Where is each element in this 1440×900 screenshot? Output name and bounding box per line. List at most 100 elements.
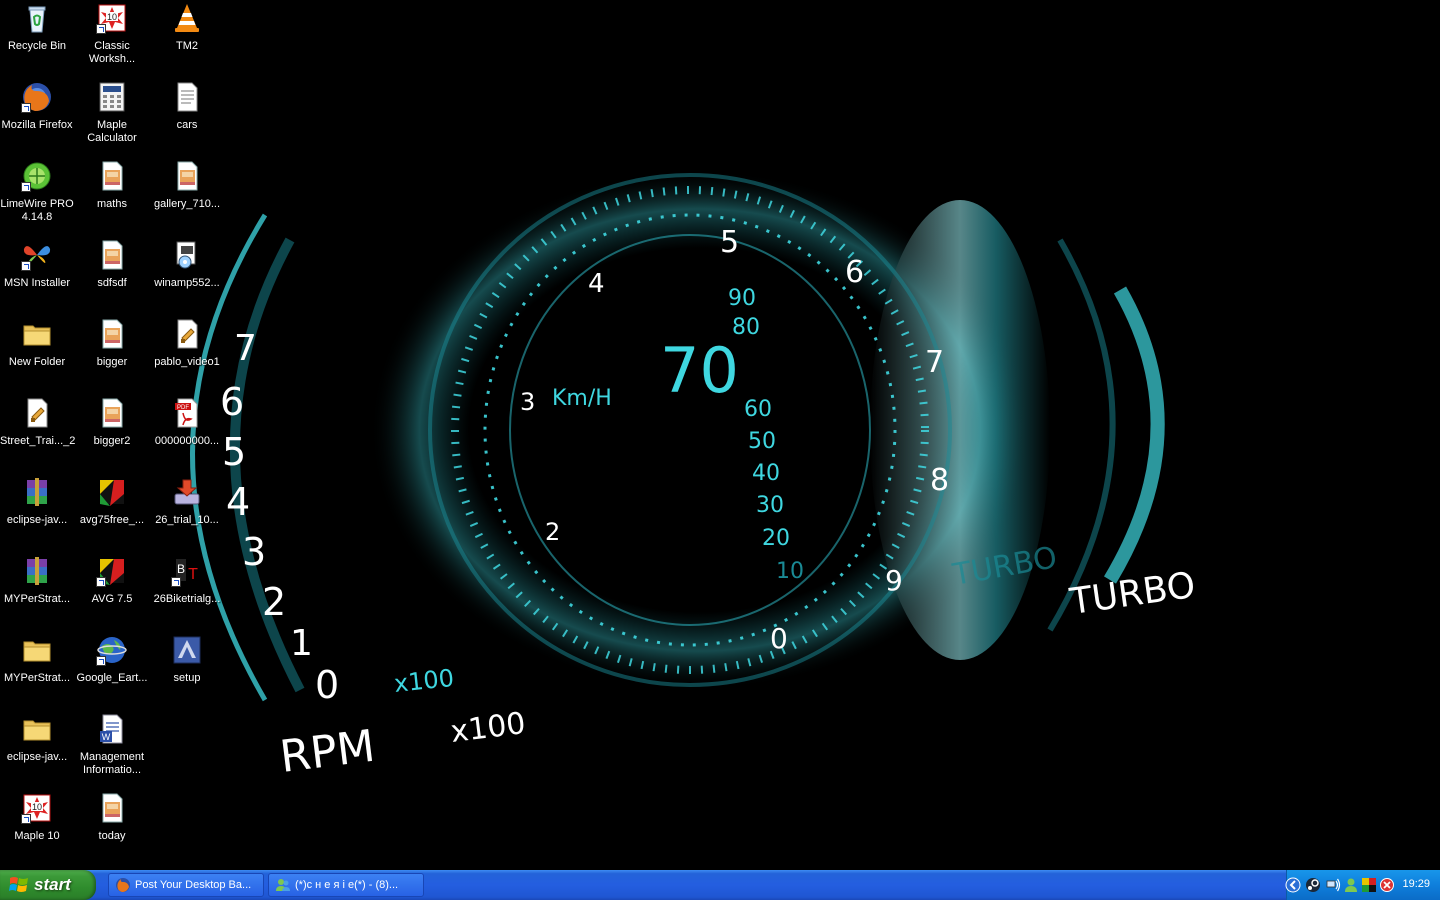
taskbar: start Post Your Desktop Ba... (*)с н е я… xyxy=(0,870,1440,900)
limewire-icon xyxy=(21,160,53,192)
desktop-icon-label: 26_trial_10... xyxy=(155,514,219,526)
desktop-icon[interactable]: Recycle Bin xyxy=(0,0,74,76)
rpm-small-multiplier: x100 xyxy=(393,664,456,698)
desktop-icon[interactable]: MSN Installer xyxy=(0,237,74,313)
msn-buddy-icon[interactable] xyxy=(1343,877,1359,893)
shortcut-arrow-icon xyxy=(96,577,106,587)
dial-number-5: 5 xyxy=(720,225,739,260)
dial-number-8: 8 xyxy=(930,463,949,498)
start-label: start xyxy=(34,875,71,894)
desktop-icon-label: today xyxy=(98,830,126,842)
google-earth-icon xyxy=(96,634,128,666)
svg-text:10: 10 xyxy=(32,802,42,812)
desktop-icon-label: Management Informatio... xyxy=(79,751,145,776)
desktop-icon-label: LimeWire PRO 4.14.8 xyxy=(0,198,74,223)
desktop-icon-label: MYPerStrat... xyxy=(3,593,71,605)
vlc-cone-icon xyxy=(171,2,203,34)
desktop-icon-label: 000000000... xyxy=(154,435,220,447)
svg-text:10: 10 xyxy=(107,12,117,22)
desktop-icon[interactable]: LimeWire PRO 4.14.8 xyxy=(0,158,74,234)
desktop-icon[interactable]: maths xyxy=(75,158,149,234)
svg-text:PDF: PDF xyxy=(177,405,189,411)
desktop-icon[interactable]: MYPerStrat... xyxy=(0,553,74,629)
rpm-label: RPM xyxy=(277,721,378,783)
desktop-icon[interactable]: sdfsdf xyxy=(75,237,149,313)
desktop-icon[interactable]: bigger xyxy=(75,316,149,392)
desktop-icon-label: Street_Trai..._2 xyxy=(0,435,76,447)
speed-scale-6: 20 xyxy=(762,526,790,551)
desktop-icon[interactable]: MYPerStrat... xyxy=(0,632,74,708)
desktop-icon-label: pablo_video1 xyxy=(154,356,220,368)
desktop-icon[interactable]: winamp552... xyxy=(150,237,224,313)
desktop-icon[interactable]: Maple Calculator xyxy=(75,79,149,155)
game-icon: BT xyxy=(171,555,203,587)
avg-tray-icon[interactable] xyxy=(1361,877,1377,893)
task-label: (*)с н е я і е(*) - (8)... xyxy=(295,879,399,891)
avg-icon xyxy=(96,476,128,508)
desktop-icon[interactable]: eclipse-jav... xyxy=(0,711,74,787)
speed-scale-7: 10 xyxy=(776,559,804,584)
download-installer-icon xyxy=(171,476,203,508)
desktop-icon[interactable]: Google_Eart... xyxy=(75,632,149,708)
desktop-icon[interactable]: W Management Informatio... xyxy=(75,711,149,787)
rpm-scale-2: 2 xyxy=(262,580,286,624)
shortcut-arrow-icon xyxy=(96,656,106,666)
desktop-icon[interactable]: pablo_video1 xyxy=(150,316,224,392)
dial-number-9: 9 xyxy=(885,564,903,597)
task-firefox[interactable]: Post Your Desktop Ba... xyxy=(108,873,264,897)
maple-icon: 10 xyxy=(96,2,128,34)
desktop-icon[interactable]: Street_Trai..._2 xyxy=(0,395,76,471)
desktop-icon[interactable]: 26_trial_10... xyxy=(150,474,224,550)
document-icon xyxy=(96,239,128,271)
clock[interactable]: 19:29 xyxy=(1402,878,1430,890)
desktop-icon[interactable]: 10 Maple 10 xyxy=(0,790,74,866)
speed-scale-0: 90 xyxy=(728,286,756,311)
folder-icon xyxy=(21,318,53,350)
desktop-icon[interactable]: eclipse-jav... xyxy=(0,474,74,550)
msn-butterfly-icon xyxy=(21,239,53,271)
desktop-icon-label: Mozilla Firefox xyxy=(1,119,73,131)
desktop-icon[interactable]: cars xyxy=(150,79,224,155)
word-doc-icon: W xyxy=(96,713,128,745)
svg-text:W: W xyxy=(102,732,111,742)
desktop-icon[interactable]: B T 26Biketrialg... xyxy=(150,553,224,629)
desktop-icon[interactable]: today xyxy=(75,790,149,866)
shortcut-arrow-icon xyxy=(21,103,31,113)
shortcut-arrow-icon xyxy=(171,577,181,587)
task-msn[interactable]: (*)с н е я і е(*) - (8)... xyxy=(268,873,424,897)
desktop-icon-label: maths xyxy=(97,198,127,210)
start-button[interactable]: start xyxy=(0,870,96,900)
desktop-icon[interactable]: PDF 000000000... xyxy=(150,395,224,471)
desktop-icon-label: Classic Worksh... xyxy=(88,40,136,65)
desktop-icon[interactable]: New Folder xyxy=(0,316,74,392)
video-file-icon xyxy=(21,397,53,429)
desktop-icon[interactable]: avg75free_... xyxy=(75,474,149,550)
dial-number-2: 2 xyxy=(545,518,560,546)
desktop-icon[interactable]: bigger2 xyxy=(75,395,149,471)
dial-number-6: 6 xyxy=(845,255,864,290)
folder-icon xyxy=(21,713,53,745)
desktop-icon[interactable]: TM2 xyxy=(150,0,224,76)
folder-icon xyxy=(21,634,53,666)
installer-icon xyxy=(171,239,203,271)
desktop-icon-label: AVG 7.5 xyxy=(91,593,133,605)
desktop-icon-label: bigger2 xyxy=(93,435,131,447)
desktop-icon-label: bigger xyxy=(96,356,128,368)
rpm-scale-0: 0 xyxy=(315,663,339,707)
turbo-label: TURBO xyxy=(1067,565,1198,623)
winrar-icon xyxy=(21,476,53,508)
steam-icon[interactable] xyxy=(1305,877,1321,893)
dial-number-0: 0 xyxy=(770,622,788,655)
calculator-icon xyxy=(96,81,128,113)
rpm-scale-7: 7 xyxy=(234,328,257,369)
text-file-icon xyxy=(171,81,203,113)
desktop-icon[interactable]: gallery_710... xyxy=(150,158,224,234)
security-icon[interactable] xyxy=(1379,877,1395,893)
desktop-icon[interactable]: Mozilla Firefox xyxy=(0,79,74,155)
network-icon[interactable] xyxy=(1325,877,1341,893)
desktop-icon[interactable]: 10 Classic Worksh... xyxy=(75,0,149,76)
desktop-icon[interactable]: setup xyxy=(150,632,224,708)
chevron-left-icon[interactable] xyxy=(1285,877,1301,893)
desktop-icon[interactable]: AVG 7.5 xyxy=(75,553,149,629)
desktop-icon-label: sdfsdf xyxy=(97,277,127,289)
